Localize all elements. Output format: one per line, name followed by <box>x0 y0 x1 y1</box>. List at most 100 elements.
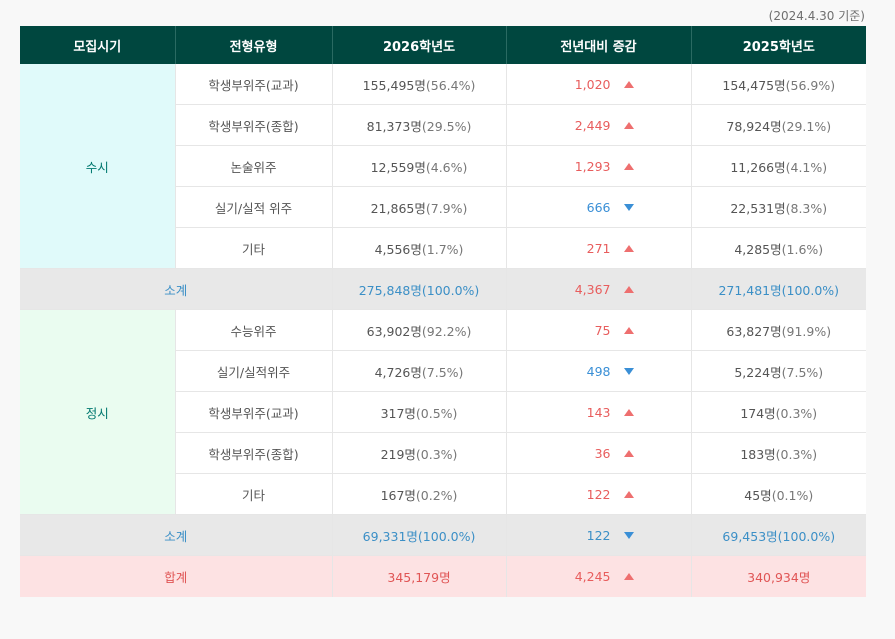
value-2025: 5,224명(7.5%) <box>691 350 866 392</box>
decrease-arrow-icon <box>623 531 634 539</box>
value-2025-percent: (8.3%) <box>785 200 828 216</box>
subtotal-2025: 271,481명(100.0%) <box>691 268 866 310</box>
change-cell: 4,245 <box>506 555 692 597</box>
period-jeongsi-cell: 정시 <box>20 309 176 515</box>
admission-type-cell: 학생부위주(교과) <box>175 391 333 433</box>
value-2025-count: 45명 <box>744 487 772 503</box>
header-2026: 2026학년도 <box>332 26 507 64</box>
table-row: 정시 수능위주 63,902명(92.2%) 75 63,827명(91.9%) <box>20 309 866 515</box>
admission-type-cell: 논술위주 <box>175 145 333 187</box>
admission-type-cell: 기타 <box>175 227 333 269</box>
value-2026: 219명(0.3%) <box>332 432 507 474</box>
change-value: 666 <box>586 199 611 215</box>
value-2026: 81,373명(29.5%) <box>332 104 507 146</box>
decrease-arrow-icon <box>623 203 634 211</box>
value-2025: 183명(0.3%) <box>691 432 866 474</box>
value-2026-percent: (0.5%) <box>415 405 458 421</box>
value-2026-count: 81,373명 <box>366 118 422 134</box>
admissions-table: 모집시기 전형유형 2026학년도 전년대비 증감 2025학년도 수시 학생부위… <box>20 26 866 597</box>
change-cell: 122 <box>506 473 692 515</box>
value-2025-percent: (91.9%) <box>781 323 832 339</box>
increase-arrow-icon <box>623 80 634 88</box>
change-cell: 2,449 <box>506 104 692 146</box>
value-2026-percent: (0.2%) <box>415 487 458 503</box>
subtotal-2026-count: 69,331명(100.0%) <box>362 528 476 544</box>
value-2025: 63,827명(91.9%) <box>691 309 866 351</box>
value-2025-count: 5,224명 <box>734 364 782 380</box>
increase-arrow-icon <box>623 285 634 293</box>
value-2025-percent: (56.9%) <box>785 77 836 93</box>
value-2026: 155,495명(56.4%) <box>332 64 507 105</box>
header-period: 모집시기 <box>20 26 176 64</box>
total-2025-count: 340,934명 <box>747 570 811 585</box>
change-value: 1,020 <box>574 76 611 92</box>
value-2026: 12,559명(4.6%) <box>332 145 507 187</box>
grand-total-row: 합계 345,179명 4,245 340,934명 <box>20 555 866 597</box>
value-2025-count: 183명 <box>740 446 776 462</box>
admission-type-cell: 실기/실적 위주 <box>175 186 333 228</box>
change-cell: 498 <box>506 350 692 392</box>
change-cell: 1,020 <box>506 64 692 105</box>
change-value: 143 <box>586 404 611 420</box>
increase-arrow-icon <box>623 326 634 334</box>
admission-type-cell: 학생부위주(교과) <box>175 64 333 105</box>
value-2026-count: 63,902명 <box>366 323 422 339</box>
value-2025-count: 174명 <box>740 405 776 421</box>
increase-arrow-icon <box>623 490 634 498</box>
value-2026-percent: (29.5%) <box>421 118 472 134</box>
change-value: 271 <box>586 240 611 256</box>
value-2025: 78,924명(29.1%) <box>691 104 866 146</box>
change-value: 4,367 <box>574 281 611 297</box>
value-2025: 22,531명(8.3%) <box>691 186 866 228</box>
value-2025-percent: (0.3%) <box>775 405 818 421</box>
decrease-arrow-icon <box>623 367 634 375</box>
value-2025-percent: (0.3%) <box>775 446 818 462</box>
subtotal-row: 소계 275,848명(100.0%) 4,367 271,481명(100.0%) <box>20 268 866 310</box>
increase-arrow-icon <box>623 244 634 252</box>
admission-type-cell: 기타 <box>175 473 333 515</box>
value-2026-count: 219명 <box>380 446 416 462</box>
value-2026-percent: (1.7%) <box>421 241 464 257</box>
change-value: 122 <box>586 486 611 502</box>
subtotal-2025: 69,453명(100.0%) <box>691 514 866 556</box>
change-value: 4,245 <box>574 569 611 584</box>
change-value: 498 <box>586 363 611 379</box>
change-cell: 666 <box>506 186 692 228</box>
admission-type-cell: 학생부위주(종합) <box>175 432 333 474</box>
value-2026-percent: (7.9%) <box>425 200 468 216</box>
value-2025-count: 63,827명 <box>726 323 782 339</box>
header-change: 전년대비 증감 <box>506 26 692 64</box>
change-value: 36 <box>594 445 611 461</box>
change-cell: 4,367 <box>506 268 692 310</box>
subtotal-label: 소계 <box>20 514 333 556</box>
change-value: 2,449 <box>574 117 611 133</box>
change-value: 75 <box>594 322 611 338</box>
value-2025: 11,266명(4.1%) <box>691 145 866 187</box>
value-2025-count: 4,285명 <box>734 241 782 257</box>
total-2026-count: 345,179명 <box>387 570 451 585</box>
reference-date-note: (2024.4.30 기준) <box>768 9 865 23</box>
table-body: 수시 학생부위주(교과) 155,495명(56.4%) 1,020 154,475명(… <box>20 64 866 597</box>
value-2026-count: 21,865명 <box>370 200 426 216</box>
value-2025: 174명(0.3%) <box>691 391 866 433</box>
value-2025-count: 11,266명 <box>730 159 786 175</box>
header-type: 전형유형 <box>175 26 333 64</box>
value-2026-percent: (0.3%) <box>415 446 458 462</box>
subtotal-2026: 275,848명(100.0%) <box>332 268 507 310</box>
value-2026-percent: (7.5%) <box>421 364 464 380</box>
value-2025-percent: (1.6%) <box>781 241 824 257</box>
value-2026-count: 167명 <box>380 487 416 503</box>
change-cell: 36 <box>506 432 692 474</box>
change-cell: 143 <box>506 391 692 433</box>
subtotal-label: 소계 <box>20 268 333 310</box>
subtotal-2026-count: 275,848명(100.0%) <box>358 282 480 298</box>
value-2025-count: 78,924명 <box>726 118 782 134</box>
change-cell: 271 <box>506 227 692 269</box>
value-2026-count: 155,495명 <box>362 77 426 93</box>
value-2026-count: 4,726명 <box>374 364 422 380</box>
header-2025: 2025학년도 <box>691 26 866 64</box>
value-2025: 4,285명(1.6%) <box>691 227 866 269</box>
increase-arrow-icon <box>623 121 634 129</box>
admission-type-cell: 실기/실적위주 <box>175 350 333 392</box>
value-2026: 21,865명(7.9%) <box>332 186 507 228</box>
